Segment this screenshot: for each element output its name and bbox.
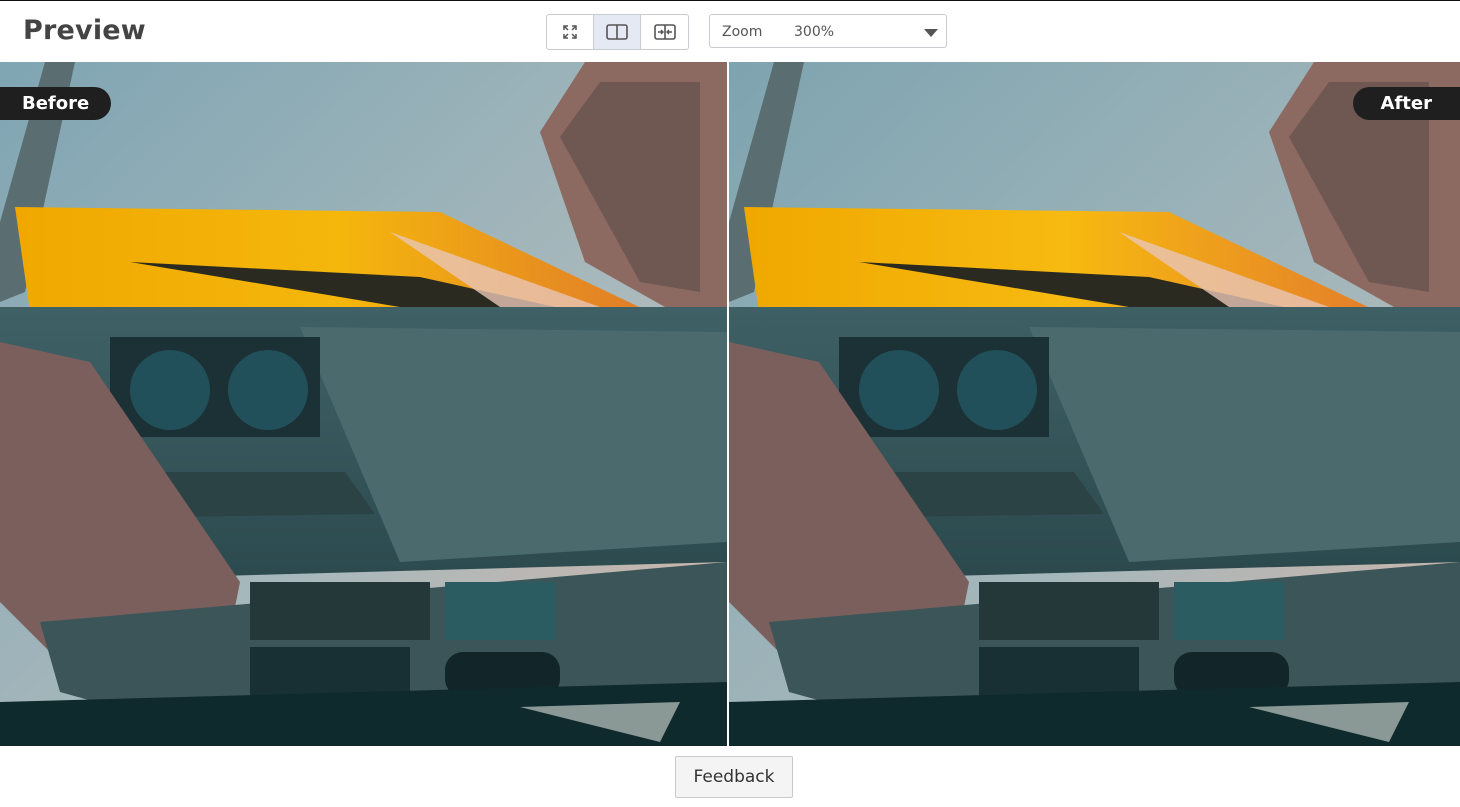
split-view-button[interactable] <box>594 15 641 49</box>
before-image <box>0 62 727 746</box>
chevron-down-icon <box>924 29 938 37</box>
after-image-pane <box>729 62 1460 746</box>
fullscreen-button[interactable] <box>547 15 594 49</box>
zoom-select[interactable]: Zoom 300% <box>709 14 947 48</box>
view-mode-toggle <box>546 14 689 50</box>
slider-compare-icon <box>653 24 676 40</box>
preview-header: Preview Zoom 300% <box>0 1 1460 61</box>
feedback-button[interactable]: Feedback <box>675 756 793 798</box>
zoom-label: Zoom <box>722 24 763 40</box>
after-badge: After <box>1352 87 1460 120</box>
page-title: Preview <box>23 15 146 46</box>
after-image <box>729 62 1460 746</box>
before-image-pane <box>0 62 727 746</box>
split-view-icon <box>606 24 628 40</box>
fullscreen-icon <box>563 25 577 39</box>
before-badge: Before <box>0 87 112 120</box>
slider-compare-button[interactable] <box>641 15 688 49</box>
comparison-viewer[interactable]: Before After <box>0 62 1460 746</box>
zoom-value: 300% <box>794 24 835 40</box>
